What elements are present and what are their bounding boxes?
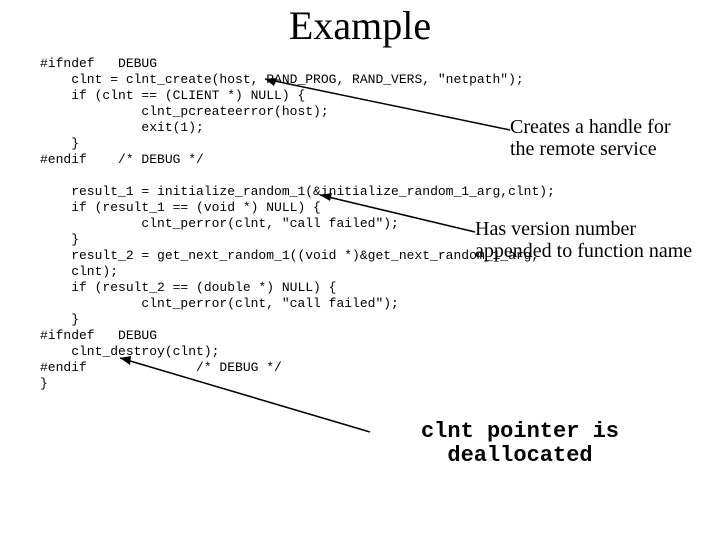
annotation-deallocated: clnt pointer is deallocated xyxy=(370,420,670,468)
annotation-text: deallocated xyxy=(370,444,670,468)
annotation-text: clnt pointer is xyxy=(370,420,670,444)
